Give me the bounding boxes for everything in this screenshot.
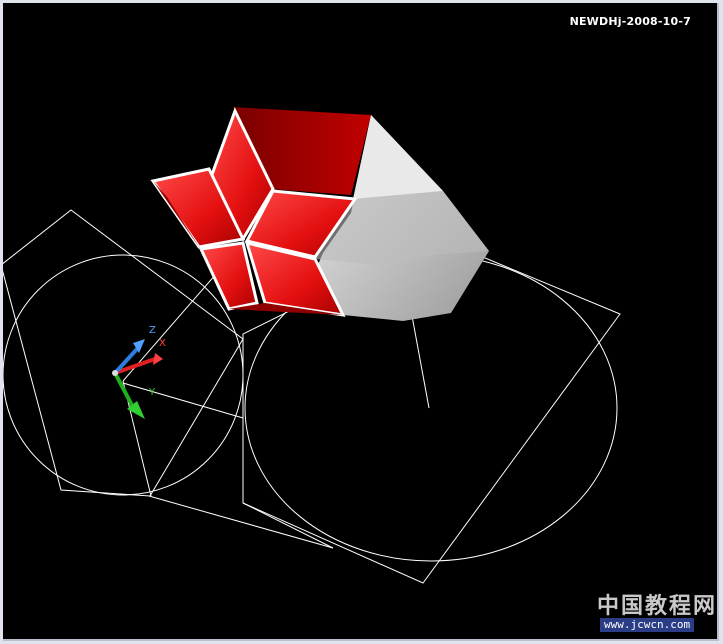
ucs-z-label: Z [149, 325, 156, 336]
left-circle [3, 254, 244, 496]
watermark-site-name: 中国教程网 [597, 594, 718, 619]
author-date-stamp: NEWDHj-2008-10-7 [569, 15, 691, 28]
model-viewport[interactable]: Z X Y NEWDHj-2008-10-7 [3, 3, 719, 641]
model-canvas[interactable]: Z X Y [3, 3, 717, 639]
ucs-y-label: Y [148, 387, 156, 398]
drawing-window: Z X Y NEWDHj-2008-10-7 中国教程网 www.jcwcn.c… [0, 0, 723, 644]
ucs-x-label: X [159, 338, 166, 349]
ucs-icon[interactable]: Z X Y [112, 325, 166, 419]
watermark-url: www.jcwcn.com [600, 618, 695, 632]
